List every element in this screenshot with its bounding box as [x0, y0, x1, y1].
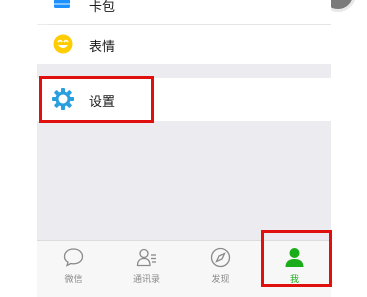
tab-discover[interactable]: 发现 — [184, 241, 257, 297]
me-page: 卡包 表情 设置 微信 通讯录 发现 我 — [37, 0, 331, 297]
tab-contacts-label: 通讯录 — [132, 275, 160, 285]
tab-contacts[interactable]: 通讯录 — [110, 241, 183, 297]
gear-icon — [52, 88, 74, 110]
tab-chats[interactable]: 微信 — [37, 241, 110, 297]
card-icon — [53, 0, 71, 12]
settings-label: 设置 — [89, 95, 116, 110]
menu-item-stickers[interactable]: 表情 — [37, 25, 331, 64]
stickers-label: 表情 — [89, 40, 116, 55]
card-label: 卡包 — [89, 0, 116, 15]
person-icon — [284, 247, 305, 268]
contacts-icon — [136, 247, 157, 268]
tab-me-label: 我 — [289, 275, 299, 285]
tab-me[interactable]: 我 — [258, 241, 331, 297]
chat-bubble-icon — [63, 247, 84, 268]
compass-icon — [210, 247, 231, 268]
menu-item-settings[interactable]: 设置 — [37, 78, 331, 121]
bottom-tab-bar: 微信 通讯录 发现 我 — [37, 240, 331, 297]
smiley-icon — [53, 34, 73, 54]
menu-item-card[interactable]: 卡包 — [37, 0, 331, 24]
tab-chats-label: 微信 — [64, 275, 83, 285]
tab-discover-label: 发现 — [211, 275, 230, 285]
